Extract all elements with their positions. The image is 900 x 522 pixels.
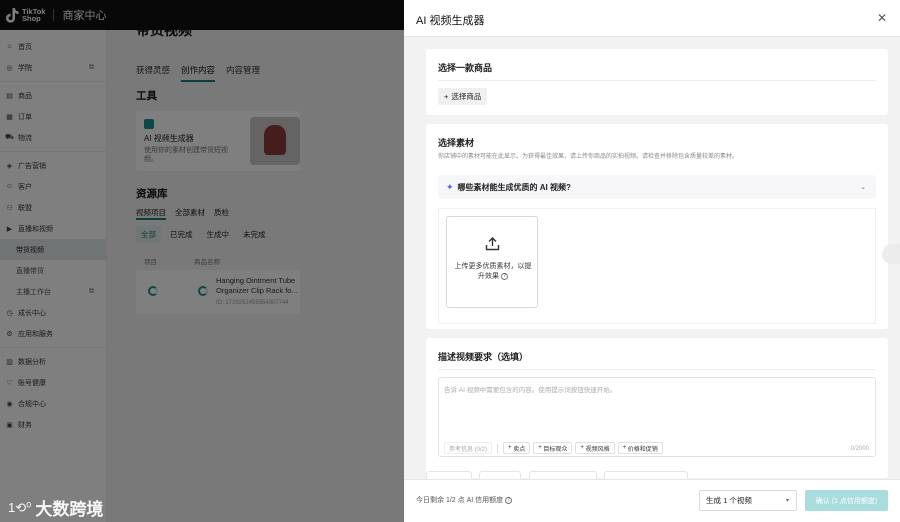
- hidden-option-chip[interactable]: [604, 471, 688, 479]
- credit-quota: 今日剩余 1/2 点 AI 信用额度 ?: [416, 495, 513, 505]
- chip-price-promo[interactable]: + 价格和促销: [617, 442, 663, 454]
- select-assets-title: 选择素材: [438, 138, 475, 148]
- video-requirements-title: 描述视频要求（选填）: [438, 352, 529, 362]
- video-requirements-card: 描述视频要求（选填） 告诉 AI 视频中需要包含的内容。使用提示词按钮快速开始。…: [426, 338, 888, 478]
- select-product-button[interactable]: + 选择商品: [438, 88, 488, 105]
- chip-video-style[interactable]: + 视频风格: [575, 442, 615, 454]
- prompt-chips: 参考信息 (0/2) + 卖点 + 目标观众 + 视频风格 + 价格和促销: [444, 442, 663, 454]
- drawer-title: AI 视频生成器: [416, 15, 485, 27]
- chip-reference[interactable]: 参考信息 (0/2): [444, 442, 493, 454]
- chevron-down-icon: ⌄: [860, 184, 866, 191]
- chevron-down-icon: ▾: [785, 498, 789, 504]
- hidden-option-chip[interactable]: [529, 471, 597, 479]
- drawer-header: AI 视频生成器 ✕: [404, 0, 900, 37]
- close-icon[interactable]: ✕: [877, 11, 887, 25]
- sparkle-icon: ✦: [446, 181, 454, 192]
- watermark-logo-icon: 1⟲⁰: [8, 499, 32, 515]
- drawer-footer: 今日剩余 1/2 点 AI 信用额度 ? 生成 1 个视频 ▾ 确认 (1 点信…: [404, 479, 900, 522]
- upload-area: 上传更多优质素材，以提升效果 ?: [438, 208, 876, 324]
- watermark-text: 大数跨境: [35, 500, 104, 519]
- divider: [438, 369, 876, 370]
- assets-hint: 你店铺中的素材可能在此显示。为获得最佳效果，请上传你商品的实拍视频。请检查并移除…: [438, 154, 739, 160]
- select-product-label: 选择商品: [451, 92, 482, 101]
- video-requirements-input[interactable]: 告诉 AI 视频中需要包含的内容。使用提示词按钮快速开始。 参考信息 (0/2)…: [438, 377, 876, 457]
- ai-video-drawer: AI 视频生成器 ✕ 选择一款商品 + 选择商品 选择素材 你店铺中的素材可能在…: [404, 0, 900, 522]
- asset-tips-label: 哪些素材能生成优质的 AI 视频?: [457, 182, 571, 192]
- chip-selling-points[interactable]: + 卖点: [503, 442, 531, 454]
- video-count-select[interactable]: 生成 1 个视频 ▾: [699, 490, 797, 511]
- modal-backdrop[interactable]: [0, 0, 404, 522]
- upload-button[interactable]: 上传更多优质素材，以提升效果 ?: [446, 216, 538, 308]
- asset-tips-collapse[interactable]: ✦ 哪些素材能生成优质的 AI 视频? ⌄: [438, 175, 876, 199]
- upload-text: 上传更多优质素材，以提升效果 ?: [454, 263, 532, 280]
- confirm-button[interactable]: 确认 (1 点信用额度): [805, 490, 888, 511]
- input-placeholder: 告诉 AI 视频中需要包含的内容。使用提示词按钮快速开始。: [444, 387, 617, 394]
- select-assets-card: 选择素材 你店铺中的素材可能在此显示。为获得最佳效果，请上传你商品的实拍视频。请…: [426, 124, 888, 329]
- upload-icon: [485, 237, 500, 251]
- help-icon[interactable]: ?: [505, 496, 513, 504]
- chip-target-audience[interactable]: + 目标观众: [533, 442, 573, 454]
- char-counter: 0/2000: [850, 446, 869, 452]
- divider: [438, 80, 876, 81]
- video-count-value: 生成 1 个视频: [706, 496, 752, 505]
- watermark: 1⟲⁰ 大数跨境: [8, 495, 103, 520]
- hidden-option-chip[interactable]: [479, 471, 521, 479]
- select-product-card: 选择一款商品 + 选择商品: [426, 49, 888, 115]
- plus-icon: +: [444, 92, 449, 101]
- select-product-title: 选择一款商品: [438, 63, 493, 73]
- hidden-option-chip[interactable]: [426, 471, 472, 479]
- drawer-edge-handle[interactable]: [882, 244, 900, 264]
- chip-divider: [497, 443, 499, 453]
- help-icon[interactable]: ?: [500, 272, 508, 280]
